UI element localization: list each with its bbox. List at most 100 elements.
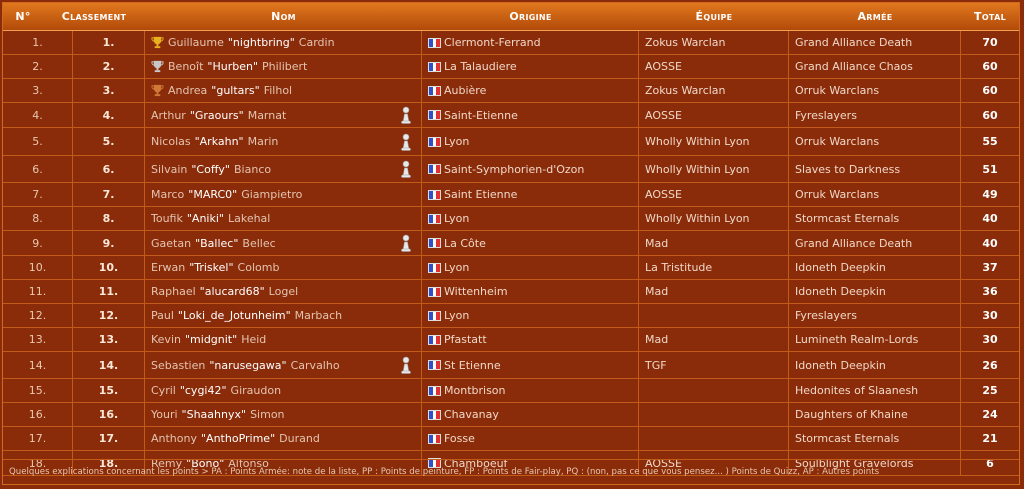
total-cell: 40: [982, 212, 998, 225]
total-cell: 40: [982, 236, 998, 250]
origin-cell: Aubière: [422, 79, 639, 102]
player-first-name: Toufik: [151, 212, 183, 225]
total-cell: 26: [982, 358, 998, 372]
pawn-icon[interactable]: [399, 106, 413, 124]
origin-cell: Saint-Symphorien-d'Ozon: [422, 156, 639, 182]
player-nickname[interactable]: "Graours": [190, 109, 244, 122]
origin-cell: Saint-Etienne: [422, 103, 639, 127]
trophy-icon: [151, 36, 164, 49]
player-nickname[interactable]: "Shaahnyx": [182, 408, 247, 421]
table-row: 14. 14. Sebastien "narusegawa" Carvalho St Et…: [3, 352, 1019, 379]
player-nickname[interactable]: "Aniki": [187, 212, 224, 225]
header-no[interactable]: N°: [3, 3, 43, 30]
header-classement[interactable]: Classement: [43, 3, 145, 30]
row-number: 12.: [3, 304, 73, 327]
player-name-cell: Marco "MARC0" Giampietro: [145, 183, 422, 206]
origin-text: Aubière: [444, 84, 487, 97]
player-nickname[interactable]: "gultars": [211, 84, 259, 97]
player-name-cell: Raphael "alucard68" Logel: [145, 280, 422, 303]
origin-text: Pfastatt: [444, 333, 487, 346]
rank-cell: 11.: [73, 280, 145, 303]
row-number: 7.: [3, 183, 73, 206]
rank-cell: 1.: [73, 31, 145, 54]
table-row: 6. 6. Silvain "Coffy" Bianco Saint-Symphorien…: [3, 156, 1019, 183]
france-flag-icon: [428, 85, 441, 96]
rank-cell: 2.: [73, 55, 145, 78]
pawn-icon[interactable]: [399, 160, 413, 178]
player-name-cell: Erwan "Triskel" Colomb: [145, 256, 422, 279]
rank-cell: 15.: [73, 379, 145, 402]
rank-cell: 4.: [73, 103, 145, 127]
team-cell: Mad: [639, 328, 789, 351]
table-row: 13. 13. Kevin "midgnit" Heid Pfastatt Mad Lumin…: [3, 328, 1019, 352]
army-cell: Idoneth Deepkin: [789, 280, 961, 303]
row-number: 15.: [3, 379, 73, 402]
total-cell: 37: [982, 261, 998, 274]
trophy-icon: [151, 84, 164, 97]
pawn-icon[interactable]: [399, 356, 413, 374]
table-row: 8. 8. Toufik "Aniki" Lakehal Lyon Wholly Withi…: [3, 207, 1019, 231]
player-nickname[interactable]: "AnthoPrime": [201, 432, 275, 445]
team-cell: La Tristitude: [639, 256, 789, 279]
origin-cell: Montbrison: [422, 379, 639, 402]
origin-cell: Lyon: [422, 207, 639, 230]
row-number: 8.: [3, 207, 73, 230]
france-flag-icon: [428, 286, 441, 297]
total-cell: 60: [982, 84, 998, 97]
team-cell: [639, 379, 789, 402]
player-nickname[interactable]: "MARC0": [188, 188, 237, 201]
france-flag-icon: [428, 334, 441, 345]
player-name-cell: Gaetan "Ballec" Bellec: [145, 231, 422, 255]
player-name-cell: Kevin "midgnit" Heid: [145, 328, 422, 351]
row-number: 16.: [3, 403, 73, 426]
header-equipe[interactable]: Équipe: [639, 3, 789, 30]
table-body: 1. 1. Guillaume "nightbring" Cardin Clermont-…: [3, 31, 1019, 476]
army-cell: Lumineth Realm-Lords: [789, 328, 961, 351]
player-nickname[interactable]: "Arkahn": [195, 135, 244, 148]
team-cell: Zokus Warclan: [639, 79, 789, 102]
player-name-cell: Arthur "Graours" Marnat: [145, 103, 422, 127]
player-nickname[interactable]: "cygi42": [180, 384, 227, 397]
header-total[interactable]: Total: [961, 3, 1019, 30]
header-nom[interactable]: Nom: [145, 3, 422, 30]
rank-cell: 16.: [73, 403, 145, 426]
total-cell: 30: [982, 333, 998, 346]
rank-cell: 8.: [73, 207, 145, 230]
total-cell: 60: [982, 60, 998, 73]
army-cell: Slaves to Darkness: [789, 156, 961, 182]
player-first-name: Youri: [151, 408, 178, 421]
player-first-name: Sebastien: [151, 358, 206, 372]
pawn-icon[interactable]: [399, 133, 413, 151]
army-cell: Fyreslayers: [789, 304, 961, 327]
player-nickname[interactable]: "Loki_de_Jotunheim": [178, 309, 291, 322]
player-last-name: Giraudon: [230, 384, 282, 397]
table-row: 11. 11. Raphael "alucard68" Logel Wittenheim M…: [3, 280, 1019, 304]
player-nickname[interactable]: "Ballec": [195, 237, 238, 250]
total-cell: 70: [982, 36, 998, 49]
table-row: 12. 12. Paul "Loki_de_Jotunheim" Marbach Lyon…: [3, 304, 1019, 328]
origin-text: La Talaudiere: [444, 60, 517, 73]
player-last-name: Marin: [247, 135, 279, 148]
header-origine[interactable]: Origine: [422, 3, 639, 30]
player-nickname[interactable]: "alucard68": [200, 285, 265, 298]
table-row: 7. 7. Marco "MARC0" Giampietro Saint Etienne A…: [3, 183, 1019, 207]
player-nickname[interactable]: "narusegawa": [209, 359, 286, 372]
table-row: 4. 4. Arthur "Graours" Marnat Saint-Etienne AO…: [3, 103, 1019, 128]
player-first-name: Paul: [151, 309, 174, 322]
army-cell: Fyreslayers: [789, 103, 961, 127]
player-last-name: Bianco: [234, 162, 272, 176]
player-nickname[interactable]: "midgnit": [185, 333, 237, 346]
pawn-icon[interactable]: [399, 234, 413, 252]
player-name-cell: Silvain "Coffy" Bianco: [145, 156, 422, 182]
origin-cell: St Etienne: [422, 352, 639, 378]
player-nickname[interactable]: "Hurben": [207, 60, 258, 73]
points-explanation: Quelques explications concernant les poi…: [3, 459, 1019, 484]
player-nickname[interactable]: "Coffy": [191, 163, 230, 176]
header-armee[interactable]: Armée: [789, 3, 961, 30]
player-name-cell: Paul "Loki_de_Jotunheim" Marbach: [145, 304, 422, 327]
player-nickname[interactable]: "Triskel": [189, 261, 233, 274]
player-nickname[interactable]: "nightbring": [228, 36, 295, 49]
total-cell: 51: [982, 162, 998, 176]
player-last-name: Cardin: [298, 36, 335, 49]
player-last-name: Heid: [241, 333, 267, 346]
